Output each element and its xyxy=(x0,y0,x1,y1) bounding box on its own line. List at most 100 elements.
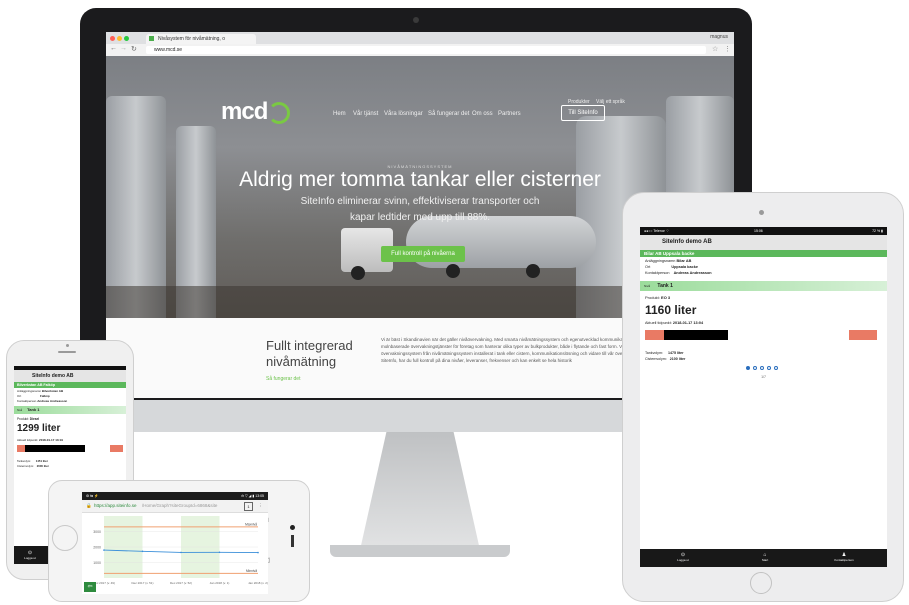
info-row: Anläggningsnamn Bilverkstan AB xyxy=(17,389,63,393)
site-header[interactable]: Bilverkstan AB Falköp xyxy=(14,382,126,388)
tank-header[interactable]: Nivå Tank 1 xyxy=(14,406,126,414)
info-value: Falköp xyxy=(40,394,50,398)
chart-x-tick: Dec 2017 (v. 51) xyxy=(132,581,154,585)
section-title-line2: nivåmätning xyxy=(266,354,337,369)
chart-x-tick: Jan 2018 (v. 1) xyxy=(210,581,230,585)
monitor-stand xyxy=(360,432,480,550)
maximize-window-icon[interactable] xyxy=(124,36,129,41)
android-menu-icon[interactable]: ⋮ xyxy=(258,500,263,512)
product-value: Diesel xyxy=(29,417,40,421)
tabs-count-icon[interactable]: 1 xyxy=(244,502,253,511)
nav-service[interactable]: Vår tjänst xyxy=(353,111,378,117)
nav-solutions[interactable]: Våra lösningar xyxy=(384,111,423,117)
tank-volume-row: Tankvolym: 1475 liter xyxy=(645,351,684,355)
chart-y-tick: 1000 xyxy=(93,561,101,565)
product-value: EO 3 xyxy=(661,295,671,300)
level-remaining xyxy=(84,445,111,452)
app-header: SiteInfo demo AB xyxy=(640,235,887,250)
site-header[interactable]: Bilar AB Uppsala backe xyxy=(640,250,887,257)
level-fill xyxy=(25,445,85,452)
cistern-volume-label: Cisternvolym: xyxy=(645,357,667,361)
tank-volume-label: Tankvolym: xyxy=(645,351,663,355)
cistern-volume-row: Cisternvolym: 2000 liter xyxy=(17,464,49,468)
cistern-volume-label: Cisternvolym: xyxy=(17,464,34,468)
pager-dots[interactable] xyxy=(640,365,887,371)
browser-profile[interactable]: magnus xyxy=(710,34,728,40)
camera-icon xyxy=(759,210,764,215)
hero-cta-label: Full kontroll på nivåerna xyxy=(391,251,455,257)
mcd-logo[interactable]: mcd xyxy=(221,98,268,126)
pager-dot[interactable] xyxy=(759,366,764,370)
tank-prefix: Nivå xyxy=(17,409,23,412)
forward-arrow-icon[interactable]: → xyxy=(120,45,127,52)
nav-about[interactable]: Om oss xyxy=(472,111,493,117)
tank-prefix: Nivå xyxy=(644,284,651,288)
section-title-line1: Fullt integrerad xyxy=(266,338,353,353)
start-nav[interactable]: ⌂ Start xyxy=(750,552,780,562)
updated-value: 2018-01-17 13:04 xyxy=(672,321,704,325)
info-label: Kontaktperson xyxy=(645,271,670,275)
app-title: SiteInfo demo AB xyxy=(32,373,74,379)
contact-nav[interactable]: ♟ Kontaktperson xyxy=(824,552,864,562)
url-host: https://app.siteinfo.se xyxy=(94,503,137,508)
level-history-chart: 3000 2000 1000 Maxnivå Minnivå Dec 2017 (v. 4… xyxy=(93,516,268,585)
start-label: Start xyxy=(761,558,769,562)
back-arrow-icon[interactable]: ← xyxy=(110,45,117,52)
min-level-label: Minnivå xyxy=(246,569,257,573)
site-header-label: Bilverkstan AB Falköp xyxy=(17,383,56,387)
camera-icon xyxy=(66,344,69,347)
tank-volume-value: 1475 liter xyxy=(667,351,684,355)
sensor-dash-icon xyxy=(291,535,294,547)
pager-dot[interactable] xyxy=(766,366,771,370)
android-screen: ⚙ ⇆ ⚡ ⊖ ▽ ◢ ▮ 13:05 🔒 https://app.sitein… xyxy=(82,492,268,594)
chart-x-tick: Dec 2017 (v. 52) xyxy=(170,581,192,585)
tank-label: Tank 1 xyxy=(657,283,673,289)
url-path: /Home/Graph?siteGroupId=6868&site xyxy=(142,503,218,508)
status-time: 15:06 xyxy=(754,229,763,233)
minimize-window-icon[interactable] xyxy=(117,36,122,41)
logout-nav[interactable]: ⊙ Logga ut xyxy=(18,550,42,560)
nav-how-it-works[interactable]: Så fungerar det xyxy=(428,111,469,117)
app-title: SiteInfo demo AB xyxy=(662,239,712,245)
volume-value: 1160 liter xyxy=(645,303,697,317)
contact-label: Kontaktperson xyxy=(834,558,854,562)
info-row: Anläggningsnamn Bilar AB xyxy=(645,259,691,263)
product-row: Produkt: EO 3 xyxy=(645,295,670,300)
chart-x-tick: Jan 2018 (v. 2) xyxy=(248,581,268,585)
siteinfo-login-button[interactable]: Till SiteInfo xyxy=(561,105,605,121)
system-status: ⊖ ▽ ◢ ▮ 13:05 xyxy=(241,494,264,498)
logout-nav[interactable]: ⊙ Logga ut xyxy=(668,552,698,562)
info-value: Bilar AB xyxy=(676,259,692,263)
reload-icon[interactable]: ↻ xyxy=(131,45,137,53)
chart-x-tick: Dec 2017 (v. 49) xyxy=(93,581,115,585)
close-window-icon[interactable] xyxy=(110,36,115,41)
info-label: Ort xyxy=(17,394,22,398)
home-button[interactable] xyxy=(750,572,772,594)
hero-cta-button[interactable]: Full kontroll på nivåerna xyxy=(381,246,465,262)
tank-header[interactable]: Nivå Tank 1 xyxy=(640,281,887,291)
nav-partners[interactable]: Partners xyxy=(498,111,521,117)
back-button[interactable]: ⇦ xyxy=(84,582,96,592)
favicon-icon xyxy=(149,36,154,41)
sensor-dot-icon xyxy=(290,525,295,530)
lock-icon: 🔒 xyxy=(86,503,92,508)
address-bar[interactable]: www.mcd.se xyxy=(146,46,706,54)
pager-dot[interactable] xyxy=(745,366,750,370)
info-row: Kontaktperson Andreas Andreasson xyxy=(645,271,712,275)
tab-title: Nivåsystem för nivåmätning, o xyxy=(158,36,225,42)
pager-dot[interactable] xyxy=(773,366,778,370)
tank-volume-row: Tankvolym: 1451 liter xyxy=(17,459,48,463)
info-value: Uppsala backe xyxy=(671,265,698,269)
cistern-volume-value: 2000 liter xyxy=(36,464,49,468)
section-link[interactable]: Så fungerar det xyxy=(266,376,300,382)
info-label: Anläggningsnamn xyxy=(17,389,42,393)
bookmark-star-icon[interactable]: ☆ xyxy=(712,45,718,53)
camera-icon xyxy=(413,17,419,23)
chart-y-tick: 3000 xyxy=(93,530,101,534)
level-remaining xyxy=(728,330,850,340)
browser-menu-icon[interactable]: ⋮ xyxy=(724,45,731,53)
browser-tab[interactable]: Nivåsystem för nivåmätning, o xyxy=(146,34,256,44)
nav-home[interactable]: Hem xyxy=(333,111,346,117)
pager-dot[interactable] xyxy=(752,366,757,370)
tablet-status-bar: ●●○○ Telenor ⌔ 15:06 72 % ▮ xyxy=(640,227,887,235)
